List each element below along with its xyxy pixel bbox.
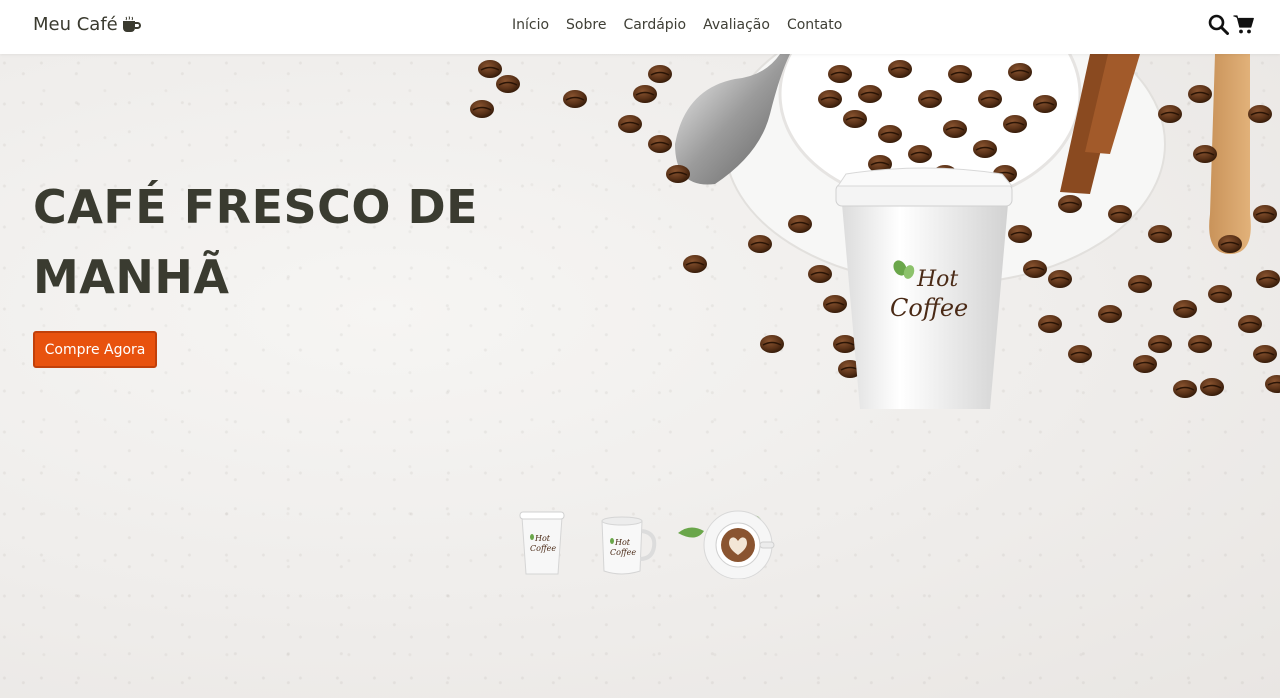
cup-logo-coffee: Coffee [890,294,968,322]
hero-section: CAFÉ FRESCO DE MANHÃ Compre Agora Hot Co… [0,54,1280,698]
hero-title: CAFÉ FRESCO DE MANHÃ [33,180,479,304]
main-nav: Início Sobre Cardápio Avaliação Contato [512,17,859,33]
hero-coffee-image: Hot Coffee [469,54,1280,409]
thumb1-coffee: Coffee [530,544,556,553]
nav-inicio[interactable]: Início [512,17,549,33]
paper-cup-thumb[interactable]: Hot Coffee [512,509,576,579]
nav-contato[interactable]: Contato [787,17,842,33]
top-navbar: Meu Café Início Sobre Cardápio Avaliação… [0,0,1280,54]
header-actions [1208,14,1254,35]
brand-logo[interactable]: Meu Café [33,14,142,35]
cart-icon[interactable] [1233,14,1254,35]
buy-now-button[interactable]: Compre Agora [33,331,157,368]
nav-avaliacao[interactable]: Avaliação [703,17,770,33]
coffee-mug-icon [122,15,141,32]
nav-cardapio[interactable]: Cardápio [623,17,686,33]
brand-name: Meu Café [33,14,118,35]
search-icon[interactable] [1208,14,1229,35]
thumb1-hot: Hot [534,534,551,543]
cup-logo-hot: Hot [916,267,958,292]
thumb2-coffee: Coffee [610,548,636,557]
thumb2-hot: Hot [614,538,631,547]
product-thumbnails: Hot Coffee Hot Coffee [512,509,776,580]
mug-thumb[interactable]: Hot Coffee [594,509,658,579]
latte-thumb[interactable] [676,509,776,580]
nav-sobre[interactable]: Sobre [566,17,606,33]
